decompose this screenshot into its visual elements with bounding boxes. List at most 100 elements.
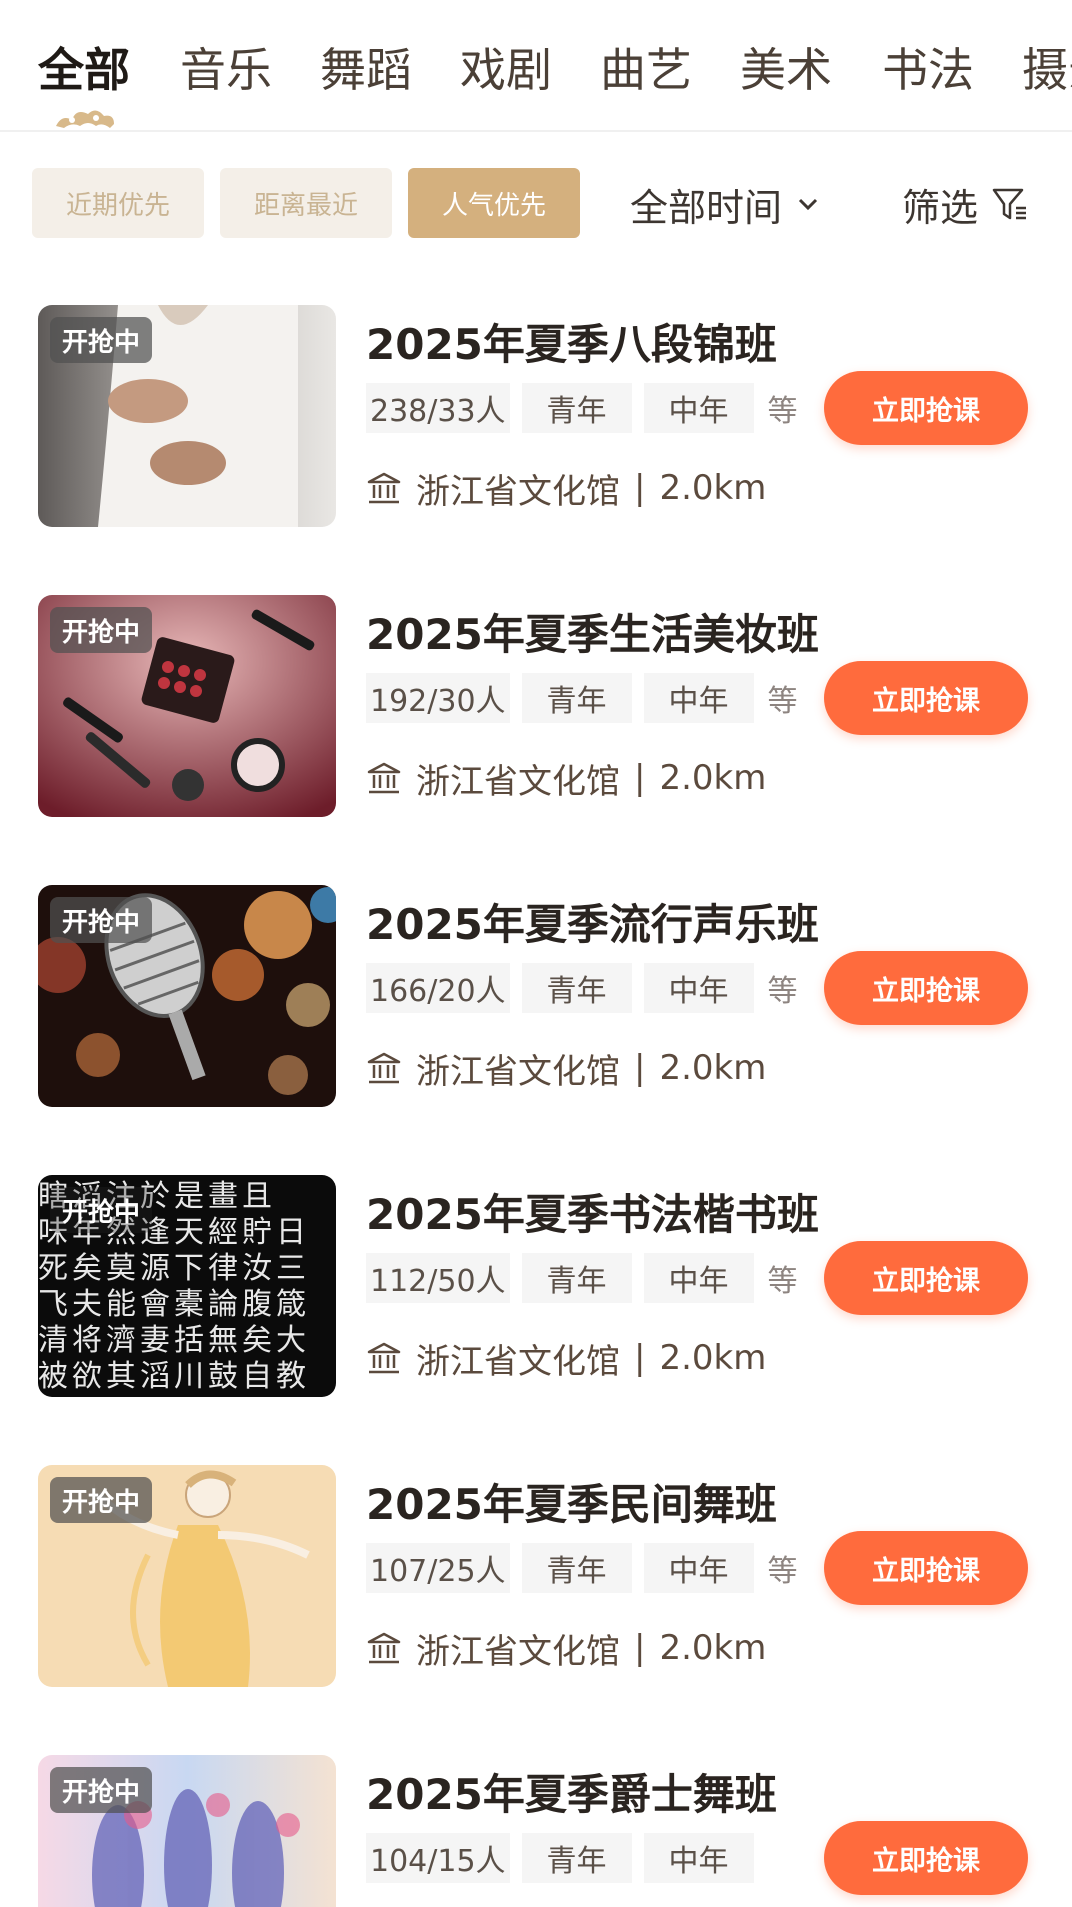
course-title[interactable]: 2025年夏季流行声乐班: [366, 891, 819, 952]
enroll-info: 104/15人 青年 中年: [366, 1833, 754, 1883]
age-tag: 中年: [643, 1543, 754, 1593]
folk-dance-illustration: 开抢中: [38, 1465, 336, 1687]
course-card[interactable]: 开抢中 2025年夏季八段锦班 238/33人 青年 中年 等 浙江省文化馆 |…: [0, 305, 1072, 529]
separator: |: [634, 1628, 646, 1668]
microphone-photo: 开抢中: [38, 885, 336, 1107]
age-tag: 中年: [643, 1833, 754, 1883]
venue-info: 浙江省文化馆 | 2.0km: [366, 1623, 766, 1673]
age-tag: 中年: [643, 383, 754, 433]
time-filter-dropdown[interactable]: 全部时间: [630, 176, 820, 232]
separator: |: [634, 1338, 646, 1378]
course-card[interactable]: 瞎滔注於是畫且 味年然逢天經貯日 死矣莫源下律汝三 飞夫能會橐論腹箴 清将濟妻括…: [0, 1175, 1072, 1399]
category-tab-bar: 全部 音乐 舞蹈 戏剧 曲艺 美术 书法 摄影: [0, 0, 1072, 132]
course-title[interactable]: 2025年夏季书法楷书班: [366, 1181, 819, 1242]
tab-photography[interactable]: 摄影: [1022, 34, 1072, 100]
calligraphy-line: 死矣莫源下律汝三: [38, 1251, 310, 1286]
museum-icon: [367, 472, 401, 504]
funnel-icon: [992, 188, 1027, 220]
filter-label: 筛选: [902, 185, 979, 230]
age-tag: 青年: [521, 1543, 632, 1593]
grab-course-button[interactable]: 立即抢课: [824, 1821, 1028, 1895]
age-tag: 中年: [643, 1253, 754, 1303]
grab-course-button[interactable]: 立即抢课: [824, 371, 1028, 445]
venue-info: 浙江省文化馆 | 2.0km: [366, 1333, 766, 1383]
status-badge: 开抢中: [50, 317, 153, 363]
distance: 2.0km: [659, 468, 767, 508]
sort-recent-chip[interactable]: 近期优先: [32, 168, 204, 238]
course-card[interactable]: 开抢中 2025年夏季流行声乐班 166/20人 青年 中年 等 浙江省文化馆 …: [0, 885, 1072, 1109]
age-tag: 青年: [521, 1253, 632, 1303]
chevron-down-icon: [798, 198, 818, 211]
age-tag: 中年: [643, 673, 754, 723]
museum-icon: [367, 1632, 401, 1664]
age-tag: 中年: [643, 963, 754, 1013]
venue-info: 浙江省文化馆 | 2.0km: [366, 1043, 766, 1093]
tab-fine-art[interactable]: 美术: [740, 34, 832, 100]
tab-drama[interactable]: 戏剧: [460, 34, 552, 100]
enrollment-count: 107/25人: [366, 1543, 510, 1593]
course-title[interactable]: 2025年夏季生活美妆班: [366, 601, 819, 662]
calligraphy-photo: 瞎滔注於是畫且 味年然逢天經貯日 死矣莫源下律汝三 飞夫能會橐論腹箴 清将濟妻括…: [38, 1175, 336, 1397]
separator: |: [634, 1048, 646, 1088]
sort-popular-chip[interactable]: 人气优先: [408, 168, 580, 238]
etc-text: 等: [767, 974, 798, 1009]
course-card[interactable]: 开抢中 2025年夏季民间舞班 107/25人 青年 中年 等 浙江省文化馆 |…: [0, 1465, 1072, 1689]
venue-info: 浙江省文化馆 | 2.0km: [366, 753, 766, 803]
distance: 2.0km: [659, 1048, 767, 1088]
course-title[interactable]: 2025年夏季爵士舞班: [366, 1761, 777, 1822]
distance: 2.0km: [659, 758, 767, 798]
sort-nearest-chip[interactable]: 距离最近: [220, 168, 392, 238]
enroll-info: 166/20人 青年 中年 等: [366, 963, 798, 1013]
tab-all[interactable]: 全部: [38, 34, 130, 100]
age-tag: 青年: [521, 673, 632, 723]
course-card[interactable]: 开抢中 2025年夏季生活美妆班 192/30人 青年 中年 等 浙江省文化馆 …: [0, 595, 1072, 819]
separator: |: [634, 468, 646, 508]
status-badge: 开抢中: [50, 1187, 153, 1233]
grab-course-button[interactable]: 立即抢课: [824, 1531, 1028, 1605]
tai-chi-photo: 开抢中: [38, 305, 336, 527]
calligraphy-line: 飞夫能會橐論腹箴: [38, 1287, 310, 1322]
makeup-photo: 开抢中: [38, 595, 336, 817]
enrollment-count: 104/15人: [366, 1833, 510, 1883]
enrollment-count: 238/33人: [366, 383, 510, 433]
time-filter-label: 全部时间: [630, 185, 783, 230]
venue-name: 浙江省文化馆: [416, 1051, 620, 1092]
tab-quyi[interactable]: 曲艺: [600, 34, 692, 100]
museum-icon: [367, 1052, 401, 1084]
tab-calligraphy[interactable]: 书法: [882, 34, 974, 100]
tab-music[interactable]: 音乐: [180, 34, 272, 100]
course-card[interactable]: 开抢中 2025年夏季爵士舞班 104/15人 青年 中年 立即抢课: [0, 1755, 1072, 1907]
museum-icon: [367, 1342, 401, 1374]
tab-dance[interactable]: 舞蹈: [320, 34, 412, 100]
venue-name: 浙江省文化馆: [416, 1631, 620, 1672]
enrollment-count: 166/20人: [366, 963, 510, 1013]
status-badge: 开抢中: [50, 607, 153, 653]
museum-icon: [367, 762, 401, 794]
grab-course-button[interactable]: 立即抢课: [824, 661, 1028, 735]
venue-name: 浙江省文化馆: [416, 471, 620, 512]
etc-text: 等: [767, 1264, 798, 1299]
grab-course-button[interactable]: 立即抢课: [824, 1241, 1028, 1315]
age-tag: 青年: [521, 963, 632, 1013]
status-badge: 开抢中: [50, 1477, 153, 1523]
etc-text: 等: [767, 1554, 798, 1589]
age-tag: 青年: [521, 383, 632, 433]
etc-text: 等: [767, 684, 798, 719]
jazz-dance-illustration: 开抢中: [38, 1755, 336, 1907]
course-title[interactable]: 2025年夏季八段锦班: [366, 311, 777, 372]
filter-button[interactable]: 筛选: [902, 176, 1030, 232]
active-tab-cloud-icon: [56, 110, 114, 128]
etc-text: 等: [767, 394, 798, 429]
grab-course-button[interactable]: 立即抢课: [824, 951, 1028, 1025]
separator: |: [634, 758, 646, 798]
status-badge: 开抢中: [50, 1767, 153, 1813]
venue-name: 浙江省文化馆: [416, 761, 620, 802]
enrollment-count: 192/30人: [366, 673, 510, 723]
venue-name: 浙江省文化馆: [416, 1341, 620, 1382]
calligraphy-line: 被欲其滔川鼓自教: [38, 1359, 310, 1394]
distance: 2.0km: [659, 1338, 767, 1378]
course-title[interactable]: 2025年夏季民间舞班: [366, 1471, 777, 1532]
calligraphy-line: 清将濟妻括無矣大: [38, 1323, 310, 1358]
distance: 2.0km: [659, 1628, 767, 1668]
enroll-info: 192/30人 青年 中年 等: [366, 673, 798, 723]
